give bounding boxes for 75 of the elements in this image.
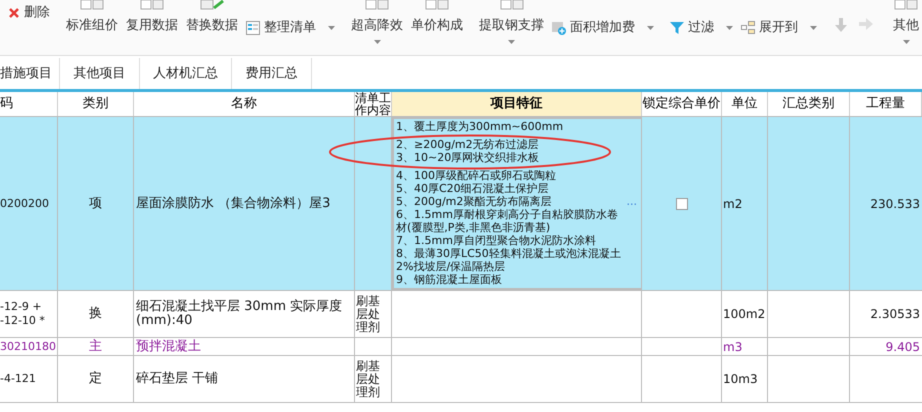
feature-line: 8、最薄30厚LC50轻集料混凝土或泡沫混凝土2%找坡层/保温隔热层: [396, 247, 622, 273]
toolbar-button[interactable]: 过滤: [666, 18, 737, 38]
type-text: 主: [89, 338, 102, 355]
toolbar-button[interactable]: 删除: [4, 3, 54, 22]
arrow-right-icon: [859, 18, 873, 30]
toolbar-button[interactable]: 面积增加费: [548, 18, 658, 38]
toolbar-button[interactable]: 超高降效: [347, 0, 407, 52]
filter-icon: [670, 20, 684, 35]
toolbar-button[interactable]: 标准组价: [62, 0, 122, 52]
column-header: 工程量: [850, 92, 922, 116]
toolbar-button[interactable]: 提取钢支撑: [475, 0, 548, 52]
table-row[interactable]: [0, 117, 922, 291]
column-header: 汇总类别: [768, 92, 850, 116]
table-row[interactable]: 30210180 主 预拌混凝土 m3 9.405: [0, 338, 922, 356]
column-header: 码: [0, 92, 58, 116]
feature-line: 1、覆土厚度为300mm~600mm: [396, 120, 564, 133]
toolbar-button[interactable]: 复用数据: [122, 0, 182, 52]
type-text: 换: [89, 305, 102, 324]
table-add-icon: [552, 20, 566, 35]
code-text: -4-121: [0, 372, 36, 386]
checkbox[interactable]: [676, 198, 688, 210]
column-header: 名称: [134, 92, 355, 116]
caret-icon: [328, 26, 335, 30]
feature-line: 5、200g/m2聚酯无纺布隔离层: [396, 195, 552, 208]
code-text: 30210180: [0, 340, 56, 354]
unit-text: 100m2: [723, 306, 766, 323]
feature-line: 9、钢筋混凝土屋面板: [396, 273, 503, 286]
code-text: 0200200: [0, 196, 49, 210]
feature-line: 7、1.5mm厚自闭型聚合物水泥防水涂料: [396, 234, 597, 247]
unit-text: 10m3: [723, 371, 758, 388]
tab[interactable]: 其他项目: [60, 58, 140, 89]
list-icon: [246, 20, 260, 35]
caret-icon: [726, 26, 733, 30]
feature-line: 5、40厚C20细石混凝土保护层: [396, 182, 550, 195]
name-text: 预拌混凝土: [136, 340, 201, 354]
work-content-text: 刷基层处理剂: [355, 294, 381, 334]
feature-line: 6、1.5mm厚耐根穿刺高分子自粘胶膜防水卷材(覆膜型,P类,非黑色非沥青基): [396, 208, 619, 234]
column-header: 单位: [722, 92, 768, 116]
name-text: 碎石垫层 干铺: [136, 372, 218, 386]
delete-icon: [8, 6, 20, 19]
column-header: 项目特征: [392, 92, 642, 116]
column-header: 类别: [58, 92, 134, 116]
caret-icon: [647, 26, 654, 30]
feature-line: 4、100厚级配碎石或卵石或陶粒: [396, 169, 557, 182]
toolbar-button[interactable]: 单价构成: [407, 0, 467, 52]
table-row[interactable]: -4-121 定 碎石垫层 干铺 刷基层处理剂 10m3: [0, 356, 922, 403]
code-text: -12-9 +: [0, 300, 42, 314]
toolbar-button[interactable]: 展开到: [737, 18, 821, 38]
type-text: 定: [89, 370, 102, 388]
tab[interactable]: 费用汇总: [232, 58, 312, 89]
caret-icon: [810, 26, 817, 30]
quantity-text: 230.533: [870, 196, 920, 212]
name-text: 屋面涂膜防水 （集合物涂料）屋3: [136, 196, 330, 210]
quantity-text: 9.405: [886, 338, 920, 356]
code-text: -12-10 *: [0, 314, 45, 328]
toolbar-button[interactable]: 其他: [887, 0, 922, 52]
caret-icon: [374, 40, 380, 44]
toolbar-button[interactable]: 整理清单: [242, 18, 339, 38]
table-row[interactable]: -12-9 + -12-10 * 换 细石混凝土找平层 30mm 实际厚度(mm):40 刷基层处理剂 100m2 2.30533: [0, 291, 922, 338]
tree-icon: [741, 20, 755, 35]
quantity-text: 2.30533: [870, 306, 920, 323]
tab[interactable]: 人材机汇总: [140, 58, 232, 89]
caret-icon: [902, 40, 910, 44]
feature-line: 2、≥200g/m2无纺布过滤层: [396, 138, 540, 151]
column-header: 锁定综合单价: [642, 92, 722, 116]
tab[interactable]: 措施项目: [0, 58, 60, 89]
arrow-down-icon: [835, 18, 847, 32]
name-text: 细石混凝土找平层 30mm 实际厚度(mm):40: [136, 300, 344, 328]
type-text: 项: [89, 194, 102, 213]
unit-text: m2: [723, 196, 742, 212]
toolbar-button[interactable]: 替换数据: [182, 0, 242, 52]
caret-icon: [508, 40, 515, 44]
feature-line: 3、10~20厚网状交织排水板: [396, 151, 540, 164]
work-content-text: 刷基层处理剂: [355, 360, 381, 398]
unit-text: m3: [723, 338, 742, 355]
